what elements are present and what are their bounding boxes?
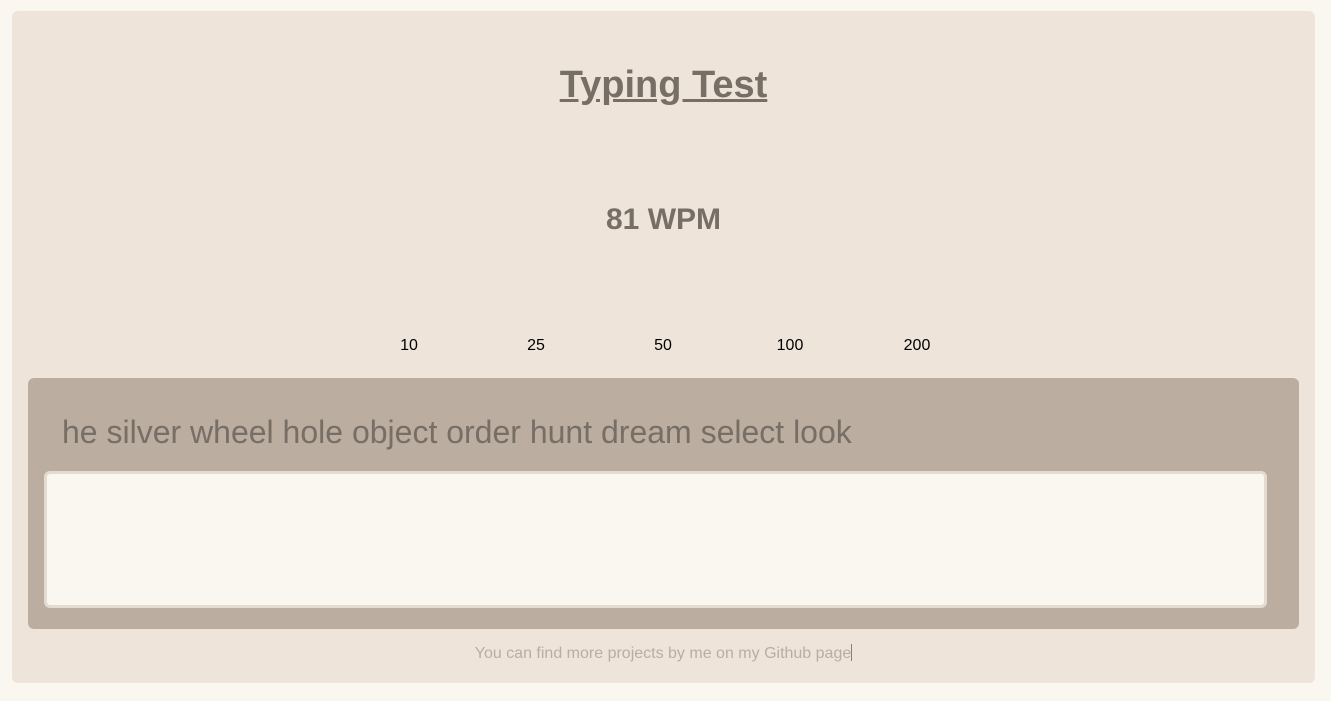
page-title: Typing Test xyxy=(559,64,768,106)
word-count-selector: 10 25 50 100 200 xyxy=(12,337,1315,357)
text-cursor xyxy=(851,644,853,661)
footer-text: You can find more projects by me on my G… xyxy=(12,644,1315,664)
wpm-display: 81 WPM xyxy=(605,203,722,236)
github-link[interactable]: Github page xyxy=(764,645,851,662)
word-count-option-50[interactable]: 50 xyxy=(654,337,672,355)
word-count-option-200[interactable]: 200 xyxy=(904,337,931,355)
target-words-text: he silver wheel hole object order hunt d… xyxy=(62,414,852,450)
word-count-option-10[interactable]: 10 xyxy=(400,337,418,355)
word-count-option-100[interactable]: 100 xyxy=(777,337,804,355)
typing-input[interactable] xyxy=(44,471,1267,608)
word-count-option-25[interactable]: 25 xyxy=(527,337,545,355)
typing-test-card: Typing Test 81 WPM 10 25 50 100 200 he s… xyxy=(12,11,1315,683)
typing-panel: he silver wheel hole object order hunt d… xyxy=(28,378,1299,629)
footer-prefix: You can find more projects by me on my xyxy=(474,645,765,662)
